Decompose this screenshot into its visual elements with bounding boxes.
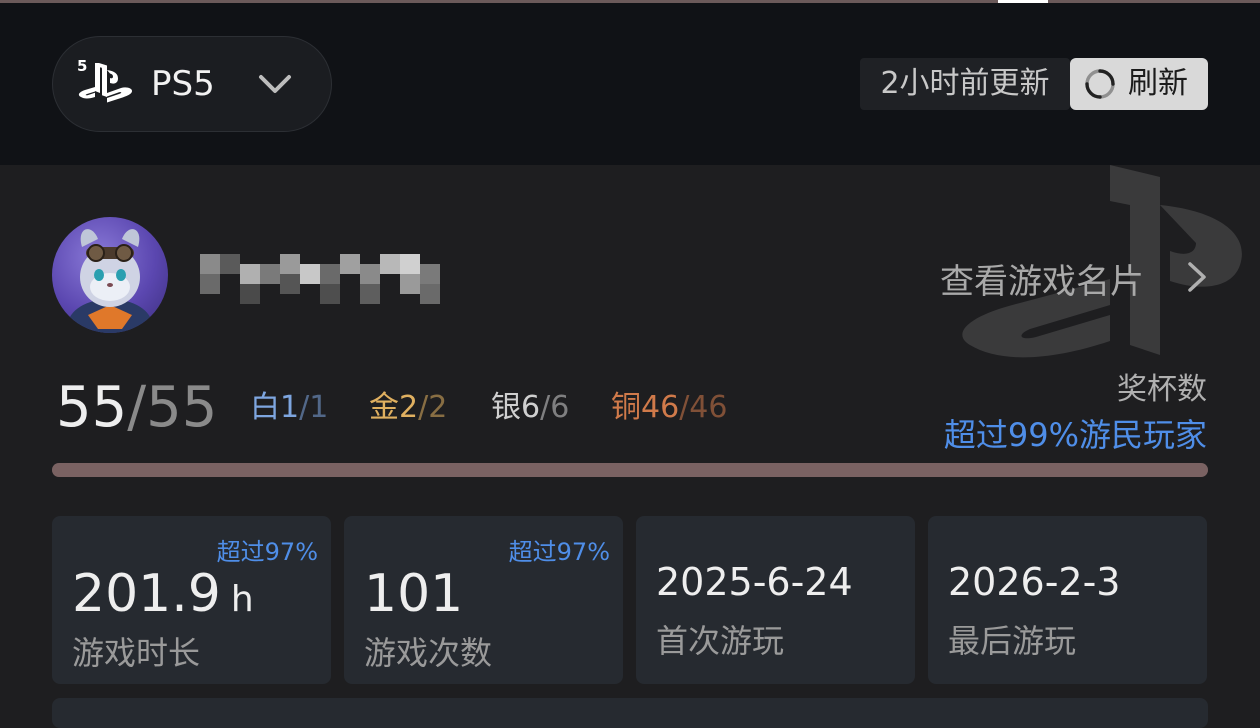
platform-selector[interactable]: 5 PS5	[52, 36, 332, 132]
playtime-unit: h	[230, 579, 254, 620]
stat-card-sessions[interactable]: 超过97% 101 游戏次数	[344, 516, 623, 684]
platinum-earned: 1	[280, 390, 300, 425]
svg-text:5: 5	[77, 57, 87, 75]
player-rank-text: 超过99%游民玩家	[943, 416, 1207, 454]
avatar[interactable]	[52, 217, 168, 333]
first-played-caption: 首次游玩	[656, 622, 785, 660]
gold-name: 金	[369, 390, 399, 425]
avatar-image	[68, 229, 152, 333]
first-played-value: 2025-6-24	[656, 560, 853, 604]
silver-total: /6	[540, 390, 570, 425]
platinum-trophies: 白1/1	[250, 388, 328, 428]
chevron-right-icon	[1188, 262, 1206, 292]
refresh-label: 刷新	[1128, 66, 1188, 101]
chevron-down-icon	[259, 75, 291, 93]
sessions-number: 101	[364, 564, 464, 624]
stat-card-last-played[interactable]: 2026-2-3 最后游玩	[928, 516, 1207, 684]
trophy-progress-bar	[52, 463, 1208, 477]
view-game-card-label: 查看游戏名片	[940, 262, 1144, 302]
bronze-trophies: 铜46/46	[611, 388, 727, 428]
trophy-separator: /	[127, 375, 147, 440]
sessions-value: 101	[364, 564, 463, 624]
trophy-total-count: 55	[146, 375, 218, 440]
platinum-name: 白	[250, 390, 280, 425]
refresh-icon	[1085, 69, 1115, 99]
playtime-number: 201.9	[72, 564, 221, 624]
silver-earned: 6	[521, 390, 541, 425]
gold-earned: 2	[399, 390, 419, 425]
bronze-name: 铜	[611, 390, 641, 425]
playtime-value: 201.9 h	[72, 564, 254, 624]
sessions-caption: 游戏次数	[364, 634, 493, 672]
view-game-card-link[interactable]: 查看游戏名片	[940, 254, 1206, 303]
playstation-icon: 5	[77, 57, 132, 103]
last-played-caption: 最后游玩	[948, 622, 1077, 660]
trophy-progress-fill	[52, 463, 1208, 477]
header-bar: 5 PS5 2小时前更新 刷新	[0, 3, 1260, 165]
username-pixelated	[200, 254, 440, 304]
trophy-earned: 55	[56, 375, 128, 440]
playtime-caption: 游戏时长	[72, 634, 201, 672]
gold-total: /2	[418, 390, 448, 425]
gold-trophies: 金2/2	[369, 388, 447, 428]
sessions-percentile-badge: 超过97%	[508, 538, 610, 566]
trophy-count-label: 奖杯数	[1117, 372, 1207, 407]
silver-trophies: 银6/6	[491, 388, 569, 428]
silver-name: 银	[491, 390, 521, 425]
updated-time: 2小时前更新	[860, 58, 1070, 110]
platinum-total: /1	[299, 390, 329, 425]
trophy-total: 55/55	[56, 376, 217, 440]
bronze-total: /46	[679, 390, 728, 425]
refresh-button[interactable]: 刷新	[1070, 58, 1208, 110]
platform-label: PS5	[151, 64, 215, 104]
next-card	[52, 698, 1208, 728]
playtime-percentile-badge: 超过97%	[216, 538, 318, 566]
last-played-value: 2026-2-3	[948, 560, 1121, 604]
stat-card-playtime[interactable]: 超过97% 201.9 h 游戏时长	[52, 516, 331, 684]
bronze-earned: 46	[641, 390, 680, 425]
stat-card-first-played[interactable]: 2025-6-24 首次游玩	[636, 516, 915, 684]
